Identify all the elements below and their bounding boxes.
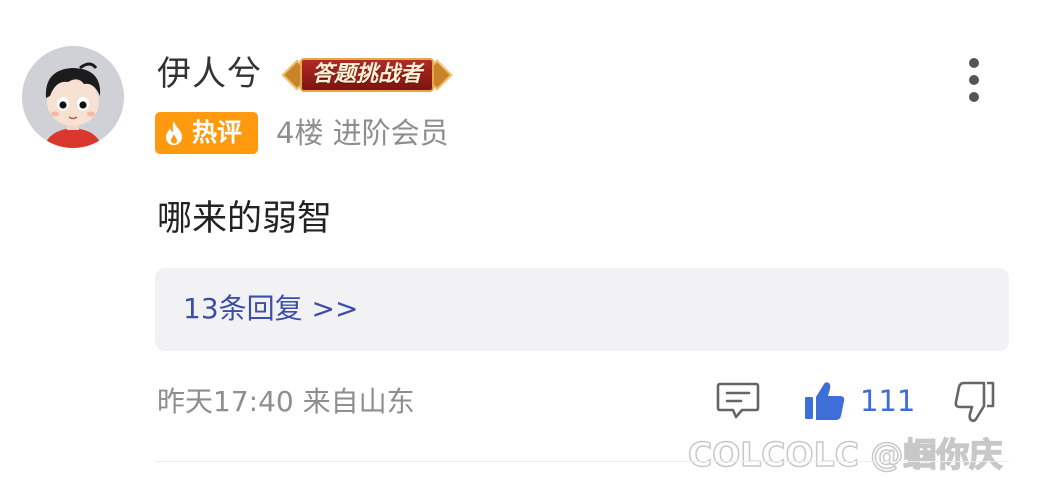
- view-replies-link[interactable]: 13条回复 >>: [183, 288, 358, 330]
- hot-label: 热评: [192, 118, 243, 147]
- hot-comment-badge: 热评: [155, 112, 258, 154]
- comment-card: 伊人兮 答题挑战者 热评 4楼 进阶会员 哪来的弱智 13条回复 >> 昨天17…: [0, 0, 1038, 494]
- watermark: COLCOLC @蝈你庆: [687, 434, 1003, 475]
- flame-icon: [166, 121, 182, 145]
- time-location: 昨天17:40 来自山东: [157, 385, 415, 418]
- achievement-badge[interactable]: 答题挑战者: [281, 54, 453, 96]
- floor-info: 4楼 进阶会员: [276, 112, 449, 154]
- more-vertical-icon[interactable]: [962, 58, 986, 102]
- divider: [155, 461, 1009, 462]
- user-avatar[interactable]: [22, 46, 124, 148]
- like-count: 111: [860, 384, 916, 418]
- avatar-image: [22, 46, 124, 148]
- badge-label: 答题挑战者: [311, 62, 422, 87]
- replies-box[interactable]: 13条回复 >>: [155, 268, 1009, 351]
- member-level: 进阶会员: [332, 116, 449, 150]
- comment-icon[interactable]: [715, 380, 761, 422]
- floor-number: 4楼: [276, 116, 324, 150]
- username[interactable]: 伊人兮: [157, 52, 262, 96]
- thumbs-up-icon: [805, 382, 845, 420]
- thumbs-down-icon[interactable]: [952, 380, 996, 424]
- comment-text: 哪来的弱智: [157, 199, 333, 239]
